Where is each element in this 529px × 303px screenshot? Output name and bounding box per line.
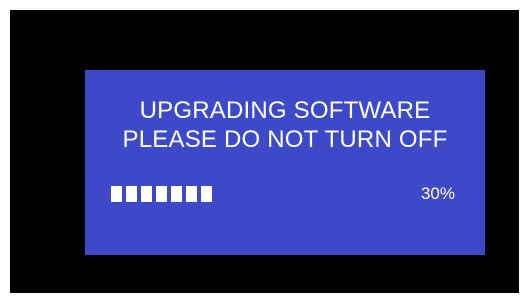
progress-segment (156, 186, 167, 202)
upgrade-title: UPGRADING SOFTWARE (139, 97, 431, 124)
do-not-turn-off-warning: PLEASE DO NOT TURN OFF (122, 126, 448, 153)
progress-segment (141, 186, 152, 202)
progress-segment (201, 186, 212, 202)
progress-segment (126, 186, 137, 202)
progress-segment (186, 186, 197, 202)
progress-segment (111, 186, 122, 202)
progress-segment (171, 186, 182, 202)
upgrade-progress-bar (111, 186, 212, 202)
display-frame: UPGRADING SOFTWARE PLEASE DO NOT TURN OF… (10, 10, 519, 293)
upgrade-panel: UPGRADING SOFTWARE PLEASE DO NOT TURN OF… (85, 70, 485, 255)
progress-percent: 30% (420, 184, 455, 203)
